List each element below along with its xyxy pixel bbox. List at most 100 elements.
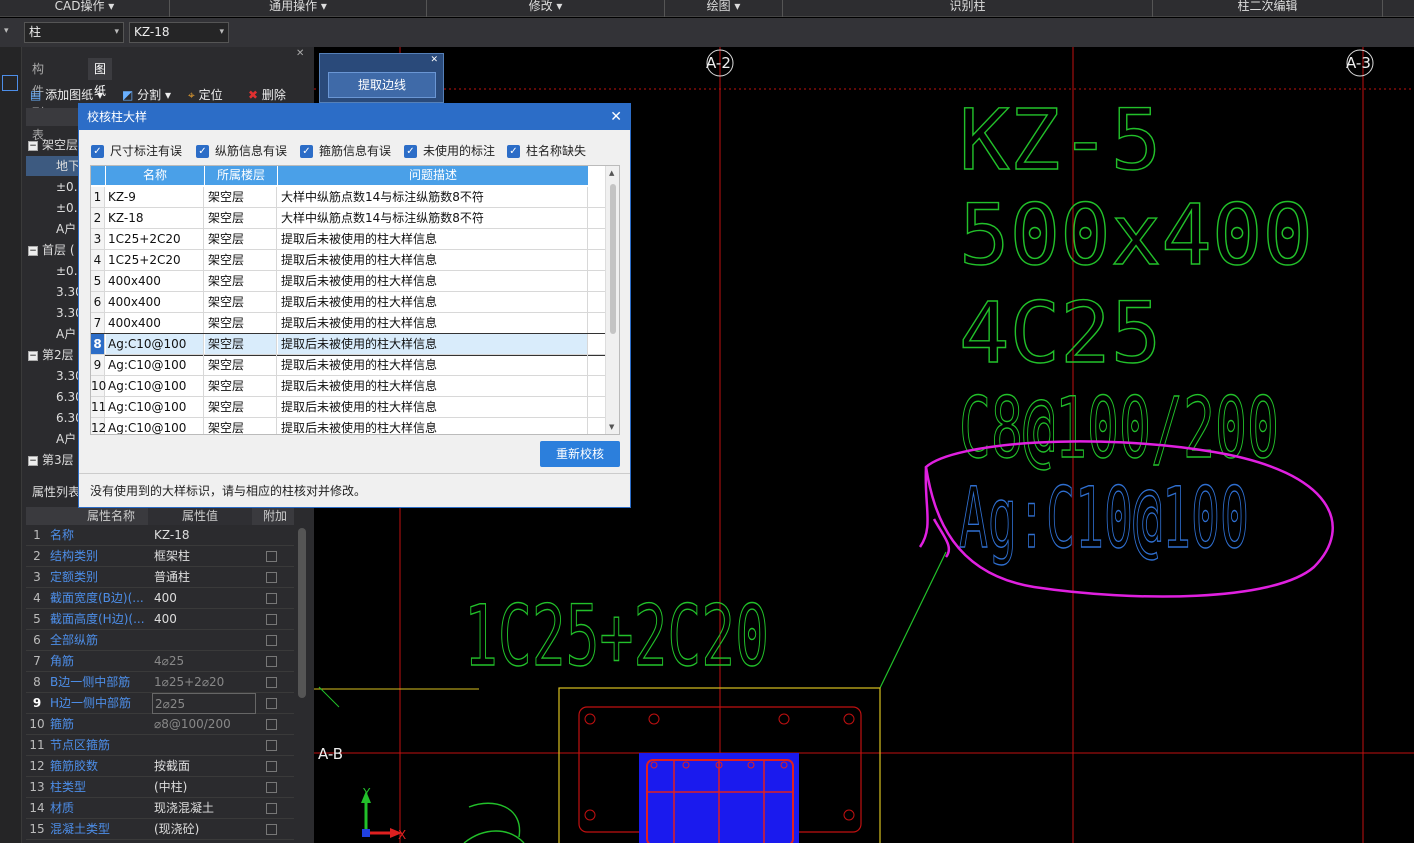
extra-checkbox[interactable] — [266, 824, 277, 835]
table-row[interactable]: 3 定额类别 普通柱 — [26, 567, 294, 588]
component-name-value: KZ-18 — [134, 25, 170, 39]
table-row[interactable]: 5 400x400 架空层 提取后未被使用的柱大样信息 — [91, 271, 606, 292]
extra-checkbox[interactable] — [266, 719, 277, 730]
component-type-value: 柱 — [29, 25, 42, 39]
property-scrollbar[interactable] — [298, 528, 306, 698]
delete-icon: ✖ — [248, 88, 259, 102]
extra-checkbox[interactable] — [266, 803, 277, 814]
table-row[interactable]: 9 Ag:C10@100 架空层 提取后未被使用的柱大样信息 — [91, 355, 606, 376]
extra-checkbox[interactable] — [266, 572, 277, 583]
collapse-icon[interactable]: − — [28, 140, 38, 151]
table-row[interactable]: 4 1C25+2C20 架空层 提取后未被使用的柱大样信息 — [91, 250, 606, 271]
table-row[interactable]: 10 Ag:C10@100 架空层 提取后未被使用的柱大样信息 — [91, 376, 606, 397]
tab-drawing-manager[interactable]: 图纸管理 — [88, 58, 113, 142]
filter-unused-annotation[interactable]: ✓ 未使用的标注 — [404, 143, 495, 159]
add-drawing-button[interactable]: ▤ 添加图纸 ▾ — [30, 86, 103, 104]
component-name-select[interactable]: KZ-18 ▾ — [129, 22, 229, 43]
dialog-status-text: 没有使用到的大样标识，请与相应的柱核对并修改。 — [90, 484, 367, 498]
tree-item[interactable]: A户 — [56, 324, 76, 344]
locate-icon: ⌖ — [188, 88, 195, 102]
tree-item[interactable]: − 架空层 — [28, 135, 78, 155]
extra-checkbox[interactable] — [266, 740, 277, 751]
dialog-title[interactable]: 校核柱大样 — [79, 104, 630, 130]
table-row[interactable]: 3 1C25+2C20 架空层 提取后未被使用的柱大样信息 — [91, 229, 606, 250]
grid-corner — [91, 166, 106, 185]
tree-item[interactable]: 地下 — [26, 156, 80, 176]
table-row[interactable]: 8 B边一侧中部筋 1⌀25+2⌀20 — [26, 672, 294, 693]
close-icon[interactable]: ✕ — [296, 48, 304, 59]
checkbox-checked-icon[interactable]: ✓ — [404, 145, 417, 158]
component-type-select[interactable]: 柱 ▾ — [24, 22, 124, 43]
extra-checkbox[interactable] — [266, 614, 277, 625]
table-row[interactable]: 1 KZ-9 架空层 大样中纵筋点数14与标注纵筋数8不符 — [91, 187, 606, 208]
table-row[interactable]: 7 角筋 4⌀25 — [26, 651, 294, 672]
ribbon-modify[interactable]: 修改 ▾ — [427, 0, 665, 17]
checkbox-checked-icon[interactable]: ✓ — [196, 145, 209, 158]
table-row[interactable]: 9 H边一侧中部筋 2⌀25 — [26, 693, 294, 714]
extra-checkbox[interactable] — [266, 698, 277, 709]
grid-scrollbar[interactable]: ▲ ▼ — [605, 166, 619, 434]
grid-header-name[interactable]: 名称 — [106, 166, 205, 185]
extra-checkbox[interactable] — [266, 656, 277, 667]
ribbon-general-ops[interactable]: 通用操作 ▾ — [170, 0, 427, 17]
filter-longitudinal-error[interactable]: ✓ 纵筋信息有误 — [196, 143, 287, 159]
table-row[interactable]: 7 400x400 架空层 提取后未被使用的柱大样信息 — [91, 313, 606, 334]
tab-component-list[interactable]: 构件列表 — [26, 58, 50, 142]
delete-button[interactable]: ✖ 删除 — [248, 86, 286, 104]
table-row[interactable]: 15 混凝土类型 (现浇砼) — [26, 819, 294, 840]
checkbox-checked-icon[interactable]: ✓ — [91, 145, 104, 158]
extra-checkbox[interactable] — [266, 761, 277, 772]
ribbon-draw[interactable]: 绘图 ▾ — [665, 0, 783, 17]
table-row[interactable]: 4 截面宽度(B边)(... 400 — [26, 588, 294, 609]
extra-checkbox[interactable] — [266, 635, 277, 646]
filter-stirrup-error[interactable]: ✓ 箍筋信息有误 — [300, 143, 391, 159]
table-row[interactable]: 13 柱类型 (中柱) — [26, 777, 294, 798]
locate-label: 定位 — [198, 88, 223, 102]
scrollbar-thumb[interactable] — [610, 184, 616, 334]
collapse-icon[interactable]: − — [28, 455, 38, 466]
locate-button[interactable]: ⌖ 定位 — [188, 86, 223, 104]
tree-item[interactable]: A户 — [56, 219, 76, 239]
recheck-button[interactable]: 重新校核 — [540, 441, 620, 467]
table-row[interactable]: 11 节点区箍筋 — [26, 735, 294, 756]
table-row[interactable]: 12 箍筋胶数 按截面 — [26, 756, 294, 777]
close-icon[interactable]: ✕ — [610, 104, 622, 130]
close-icon[interactable]: ✕ — [430, 55, 438, 65]
grid-header-desc[interactable]: 问题描述 — [278, 166, 589, 185]
extract-edge-button[interactable]: 提取边线 — [328, 72, 436, 98]
extra-checkbox[interactable] — [266, 677, 277, 688]
checkbox-checked-icon[interactable]: ✓ — [300, 145, 313, 158]
filter-dimension-error[interactable]: ✓ 尺寸标注有误 — [91, 143, 182, 159]
ribbon-identify-column[interactable]: 识别柱 — [783, 0, 1153, 17]
table-row[interactable]: 6 全部纵筋 — [26, 630, 294, 651]
filter-missing-name[interactable]: ✓ 柱名称缺失 — [507, 143, 586, 159]
table-row[interactable]: 14 材质 现浇混凝土 — [26, 798, 294, 819]
drawing-icon[interactable] — [2, 75, 18, 91]
extra-checkbox[interactable] — [266, 593, 277, 604]
collapse-icon[interactable]: − — [28, 350, 38, 361]
tree-item[interactable]: − 第2层 — [28, 345, 74, 365]
table-row[interactable]: 5 截面高度(H边)(... 400 — [26, 609, 294, 630]
collapse-icon[interactable]: − — [28, 245, 38, 256]
ribbon-column-edit[interactable]: 柱二次编辑 — [1153, 0, 1383, 17]
ribbon-cad-ops[interactable]: CAD操作 ▾ — [0, 0, 170, 17]
chevron-down-icon[interactable]: ▼ — [609, 423, 614, 431]
table-row[interactable]: 2 KZ-18 架空层 大样中纵筋点数14与标注纵筋数8不符 — [91, 208, 606, 229]
tree-item[interactable]: − 第3层 — [28, 450, 74, 470]
table-row[interactable]: 11 Ag:C10@100 架空层 提取后未被使用的柱大样信息 — [91, 397, 606, 418]
grid-header-floor[interactable]: 所属楼层 — [205, 166, 278, 185]
table-row[interactable]: 1 名称 KZ-18 — [26, 525, 294, 546]
split-button[interactable]: ◩ 分割 ▾ — [122, 86, 171, 104]
table-row[interactable]: 12 Ag:C10@100 架空层 提取后未被使用的柱大样信息 — [91, 418, 606, 434]
chevron-down-icon[interactable]: ▾ — [4, 26, 9, 36]
checkbox-checked-icon[interactable]: ✓ — [507, 145, 520, 158]
table-row[interactable]: 10 箍筋 ⌀8@100/200 — [26, 714, 294, 735]
table-row[interactable]: 2 结构类别 框架柱 — [26, 546, 294, 567]
extra-checkbox[interactable] — [266, 551, 277, 562]
tree-item[interactable]: − 首层 ( — [28, 240, 75, 260]
chevron-up-icon[interactable]: ▲ — [609, 169, 614, 177]
extra-checkbox[interactable] — [266, 782, 277, 793]
table-row[interactable]: 6 400x400 架空层 提取后未被使用的柱大样信息 — [91, 292, 606, 313]
table-row-selected[interactable]: 8 Ag:C10@100 架空层 提取后未被使用的柱大样信息 — [91, 333, 607, 356]
tree-item[interactable]: A户 — [56, 429, 76, 449]
